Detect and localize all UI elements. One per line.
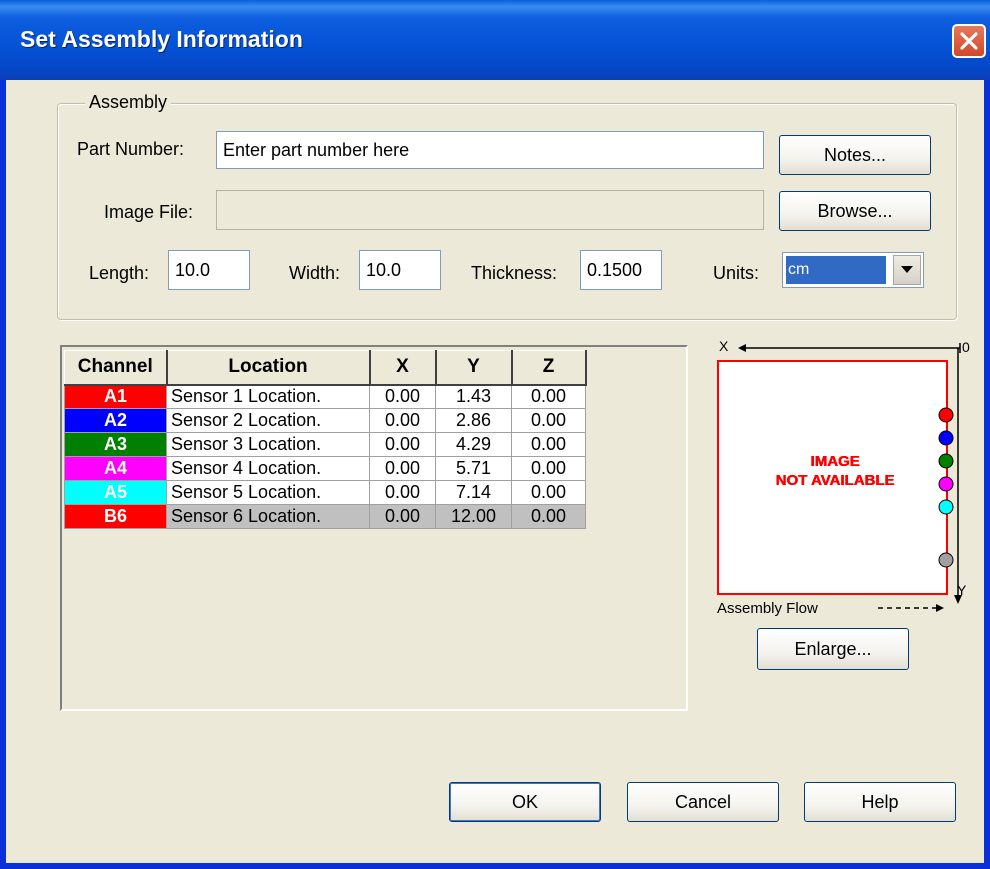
notes-button[interactable]: Notes... (779, 135, 931, 175)
table-header-row: Channel Location X Y Z (64, 350, 587, 386)
column-header-channel[interactable]: Channel (64, 350, 168, 386)
x-cell[interactable]: 0.00 (369, 480, 436, 505)
units-select[interactable]: cm (782, 252, 924, 288)
column-header-y[interactable]: Y (435, 350, 513, 386)
cancel-button[interactable]: Cancel (627, 782, 779, 822)
chevron-down-icon (901, 266, 913, 273)
units-selected-value: cm (786, 256, 886, 284)
sensor-marker-1 (938, 407, 954, 423)
table-row-selected[interactable]: B6 Sensor 6 Location. 0.00 12.00 0.00 (64, 504, 586, 529)
channel-cell[interactable]: B6 (64, 504, 167, 529)
column-header-location[interactable]: Location (166, 350, 371, 386)
y-cell[interactable]: 2.86 (435, 408, 512, 433)
table-row[interactable]: A1 Sensor 1 Location. 0.00 1.43 0.00 (64, 384, 586, 409)
sensor-marker-4 (938, 476, 954, 492)
ok-button[interactable]: OK (449, 782, 601, 822)
image-file-label: Image File: (104, 202, 194, 222)
z-cell[interactable]: 0.00 (511, 384, 586, 409)
close-icon (960, 32, 978, 50)
image-not-available-text: IMAGE NOT AVAILABLE (735, 452, 935, 490)
table-row[interactable]: A2 Sensor 2 Location. 0.00 2.86 0.00 (64, 408, 586, 433)
sensor-table: Channel Location X Y Z A1 Sensor 1 Locat… (64, 350, 587, 529)
not-available-line2: NOT AVAILABLE (775, 472, 895, 489)
length-input[interactable] (168, 250, 250, 290)
thickness-input[interactable] (580, 250, 662, 290)
location-cell[interactable]: Sensor 6 Location. (166, 504, 370, 529)
x-cell[interactable]: 0.00 (369, 504, 436, 529)
x-cell[interactable]: 0.00 (369, 384, 436, 409)
channel-cell[interactable]: A3 (64, 432, 167, 457)
part-number-input[interactable] (216, 131, 764, 169)
assembly-flow-label: Assembly Flow (717, 600, 818, 617)
y-cell[interactable]: 4.29 (435, 432, 512, 457)
table-row[interactable]: A5 Sensor 5 Location. 0.00 7.14 0.00 (64, 480, 586, 505)
y-axis-label: Y (957, 582, 967, 598)
z-cell[interactable]: 0.00 (511, 480, 586, 505)
z-cell[interactable]: 0.00 (511, 408, 586, 433)
channel-cell[interactable]: A1 (64, 384, 167, 409)
y-cell[interactable]: 1.43 (435, 384, 512, 409)
width-label: Width: (289, 263, 341, 283)
channel-cell[interactable]: A4 (64, 456, 167, 481)
sensor-marker-5 (938, 499, 954, 515)
y-cell[interactable]: 12.00 (435, 504, 512, 529)
z-cell[interactable]: 0.00 (511, 504, 586, 529)
y-cell[interactable]: 5.71 (435, 456, 512, 481)
title-bar[interactable]: Set Assembly Information (0, 0, 990, 80)
width-input[interactable] (359, 250, 441, 290)
location-cell[interactable]: Sensor 5 Location. (166, 480, 370, 505)
column-header-x[interactable]: X (369, 350, 437, 386)
flow-arrow-icon (878, 604, 944, 612)
x-cell[interactable]: 0.00 (369, 432, 436, 457)
z-cell[interactable]: 0.00 (511, 432, 586, 457)
length-label: Length: (89, 263, 150, 283)
sensor-marker-6 (938, 552, 954, 568)
image-file-field[interactable] (216, 190, 764, 230)
table-row[interactable]: A3 Sensor 3 Location. 0.00 4.29 0.00 (64, 432, 586, 457)
not-available-line1: IMAGE (810, 453, 860, 470)
x-cell[interactable]: 0.00 (369, 408, 436, 433)
thickness-label: Thickness: (471, 263, 558, 283)
sensor-markers (938, 407, 954, 568)
location-cell[interactable]: Sensor 1 Location. (166, 384, 370, 409)
table-row[interactable]: A4 Sensor 4 Location. 0.00 5.71 0.00 (64, 456, 586, 481)
location-cell[interactable]: Sensor 3 Location. (166, 432, 370, 457)
enlarge-button[interactable]: Enlarge... (757, 628, 909, 670)
units-label: Units: (713, 263, 760, 283)
location-cell[interactable]: Sensor 4 Location. (166, 456, 370, 481)
help-button[interactable]: Help (804, 782, 956, 822)
column-header-z[interactable]: Z (511, 350, 587, 386)
y-cell[interactable]: 7.14 (435, 480, 512, 505)
sensor-marker-3 (938, 453, 954, 469)
channel-cell[interactable]: A2 (64, 408, 167, 433)
sensor-marker-2 (938, 430, 954, 446)
window-title: Set Assembly Information (20, 26, 303, 52)
channel-cell[interactable]: A5 (64, 480, 167, 505)
units-dropdown-button[interactable] (893, 255, 921, 285)
part-number-label: Part Number: (77, 139, 185, 159)
close-button[interactable] (952, 24, 986, 58)
location-cell[interactable]: Sensor 2 Location. (166, 408, 370, 433)
x-axis-label: X (719, 338, 729, 354)
z-cell[interactable]: 0.00 (511, 456, 586, 481)
x-cell[interactable]: 0.00 (369, 456, 436, 481)
sensor-grid[interactable]: Channel Location X Y Z A1 Sensor 1 Locat… (60, 345, 688, 711)
browse-button[interactable]: Browse... (779, 191, 931, 231)
assembly-group-label: Assembly (85, 92, 172, 113)
